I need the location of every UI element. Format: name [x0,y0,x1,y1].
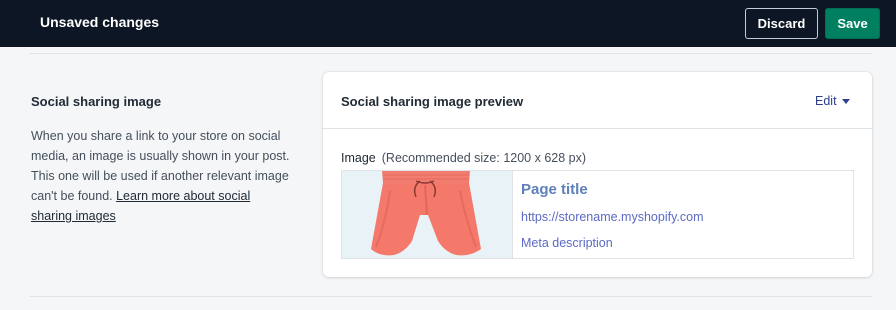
image-size-hint: (Recommended size: 1200 x 628 px) [381,151,587,165]
preview-url: https://storename.myshopify.com [521,210,704,224]
edit-label: Edit [815,94,837,108]
edit-dropdown-button[interactable]: Edit [815,94,850,108]
caret-down-icon [841,98,850,104]
section-title: Social sharing image [31,94,162,109]
preview-image[interactable] [342,171,513,258]
save-button[interactable]: Save [825,8,880,39]
social-preview: Page title https://storename.myshopify.c… [341,170,854,259]
preview-page-title: Page title [521,181,588,198]
bottom-divider [30,296,872,297]
section-description: When you share a link to your store on s… [31,126,293,226]
preview-meta-description: Meta description [521,236,613,250]
card-header: Social sharing image preview Edit [323,72,872,129]
image-field-label: Image (Recommended size: 1200 x 628 px) [341,151,586,165]
social-sharing-preview-card: Social sharing image preview Edit Image (… [323,72,872,277]
shorts-product-image [342,171,512,258]
unsaved-changes-title: Unsaved changes [40,14,160,30]
image-label: Image [341,151,376,165]
card-title: Social sharing image preview [341,94,524,109]
contextual-save-bar: Unsaved changes Discard Save [0,0,896,47]
top-divider [30,53,872,54]
discard-button[interactable]: Discard [745,8,818,39]
